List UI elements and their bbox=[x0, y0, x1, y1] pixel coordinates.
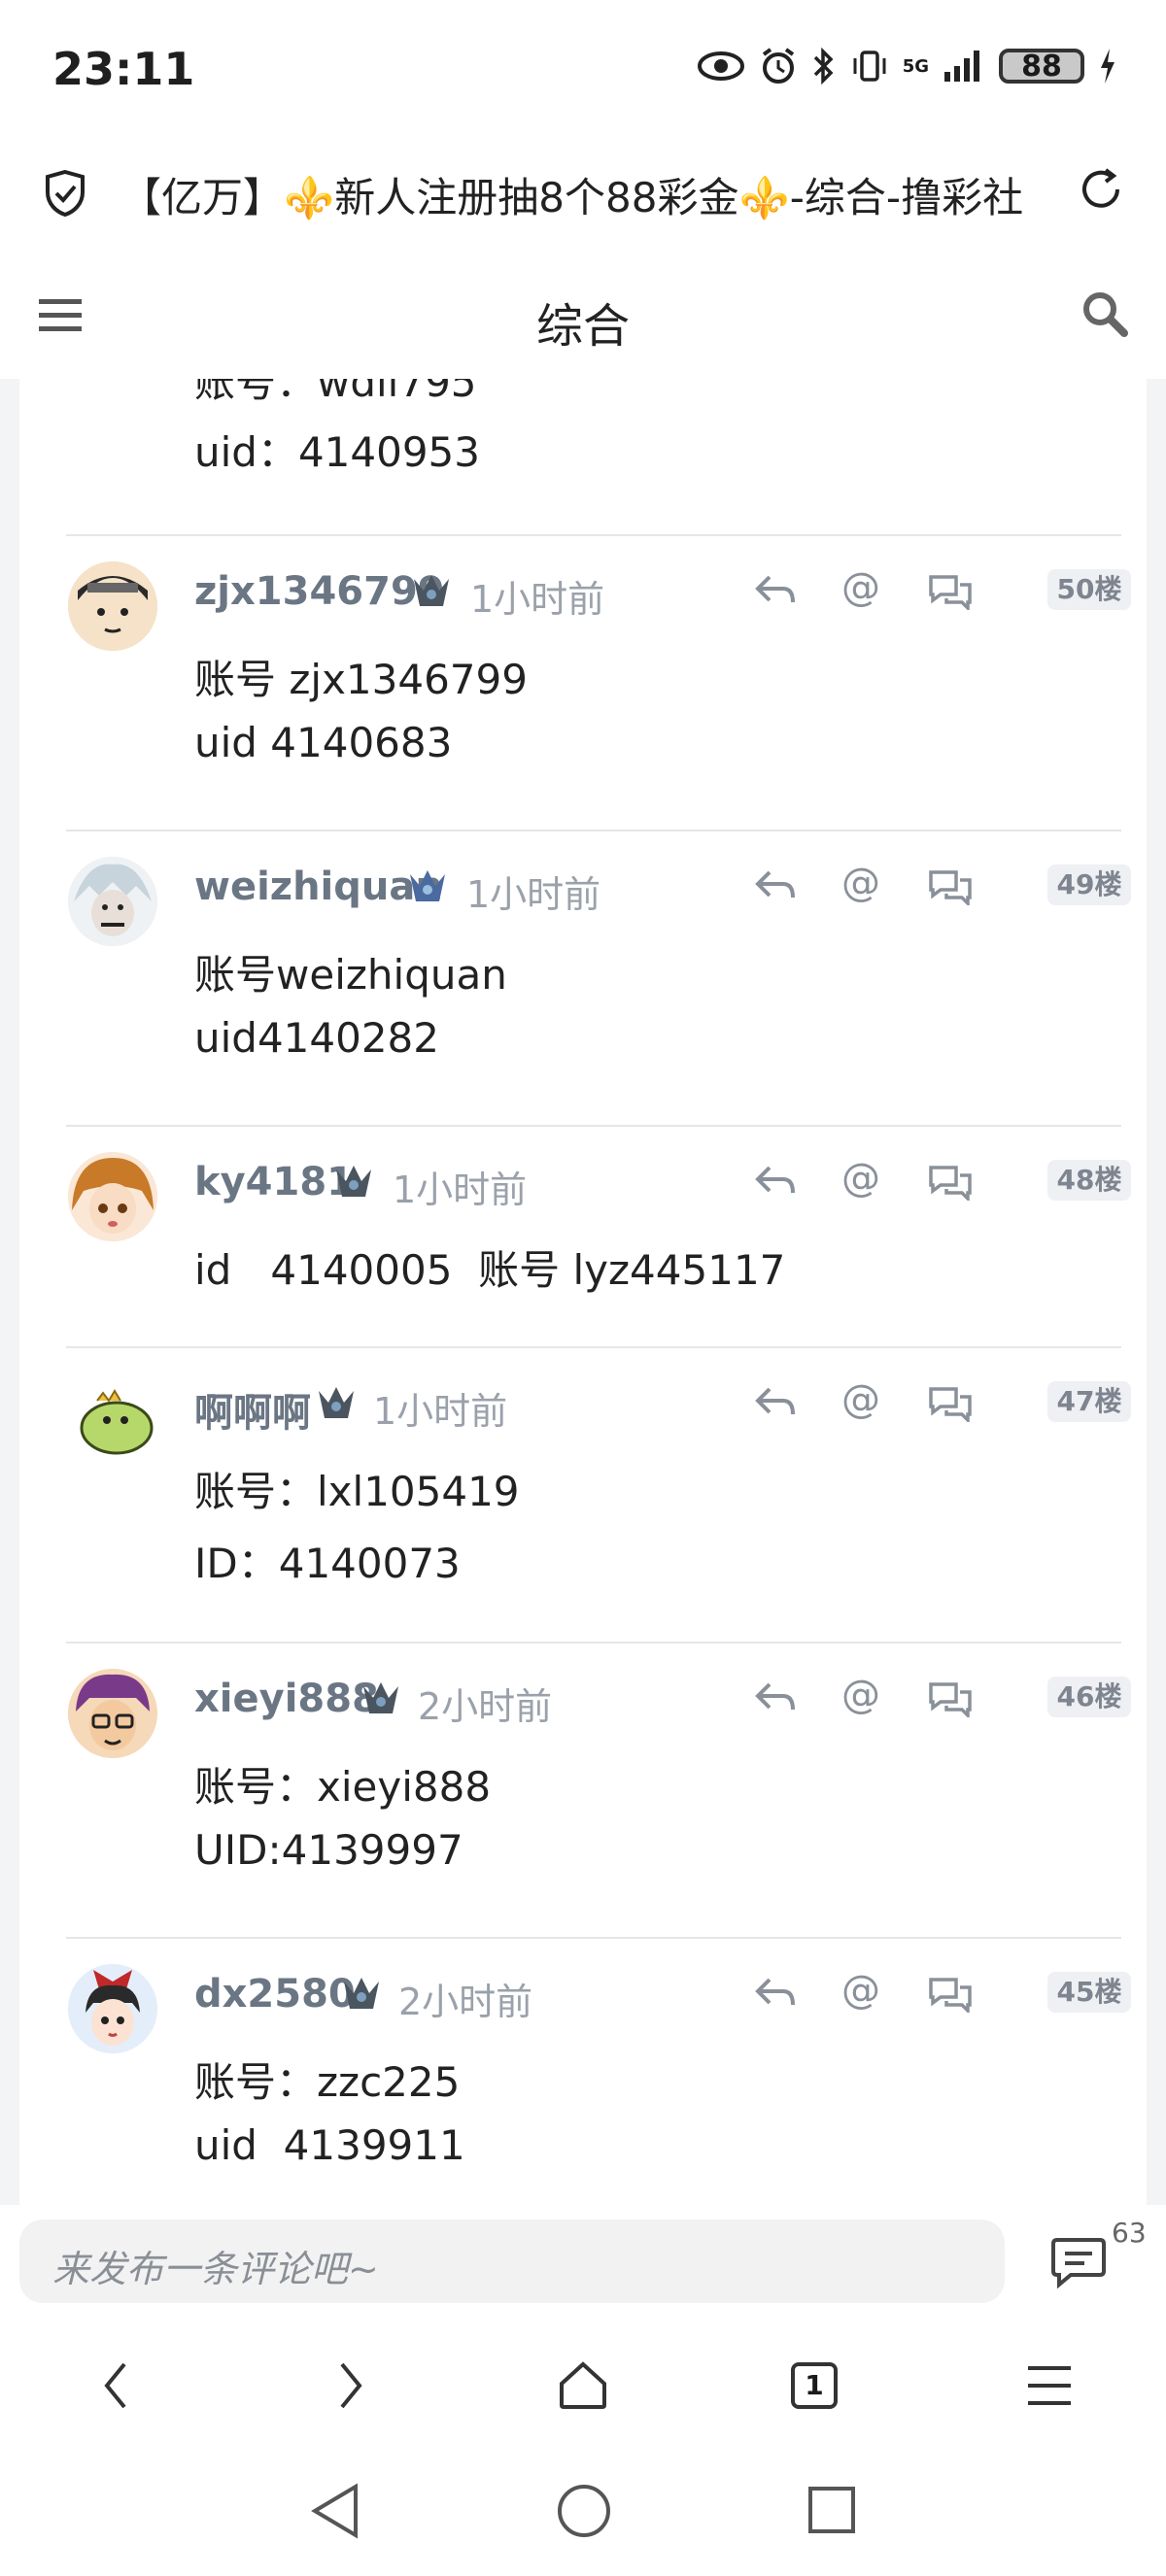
floor-badge: 50楼 bbox=[1047, 569, 1131, 610]
tabs-button[interactable]: 1 bbox=[791, 2362, 838, 2409]
chat-bubbles-icon[interactable] bbox=[927, 1383, 974, 1422]
post-line: UID:4139997 bbox=[194, 1826, 463, 1874]
at-icon[interactable]: @ bbox=[841, 861, 880, 905]
post-line: 账号weizhiquan bbox=[194, 951, 507, 999]
system-back-icon[interactable] bbox=[309, 2481, 361, 2541]
chat-bubbles-icon[interactable] bbox=[927, 571, 974, 610]
chat-bubbles-icon[interactable] bbox=[927, 1678, 974, 1717]
reply-icon[interactable] bbox=[754, 1385, 797, 1420]
floor-badge: 45楼 bbox=[1047, 1972, 1131, 2013]
divider bbox=[66, 1125, 1121, 1127]
page-title[interactable]: 【亿万】⚜️新人注册抽8个88彩金⚜️-综合-撸彩社 bbox=[120, 165, 1034, 224]
at-icon[interactable]: @ bbox=[841, 1377, 880, 1422]
username[interactable]: 啊啊啊 bbox=[194, 1381, 311, 1438]
divider bbox=[66, 534, 1121, 536]
vibrate-icon bbox=[853, 51, 886, 82]
divider bbox=[66, 1642, 1121, 1644]
tab-count: 1 bbox=[805, 2369, 824, 2401]
post-time: 1小时前 bbox=[470, 578, 605, 621]
status-time: 23:11 bbox=[52, 43, 195, 95]
search-icon[interactable] bbox=[1080, 289, 1129, 338]
floor-badge: 47楼 bbox=[1047, 1381, 1131, 1422]
floor-badge: 48楼 bbox=[1047, 1160, 1131, 1201]
reply-icon[interactable] bbox=[754, 1164, 797, 1199]
reply-icon[interactable] bbox=[754, 1976, 797, 2011]
avatar[interactable] bbox=[68, 1152, 157, 1241]
post-time: 2小时前 bbox=[418, 1685, 553, 1728]
username[interactable]: xieyi888 bbox=[194, 1677, 379, 1721]
rank-badge-icon bbox=[414, 575, 449, 606]
rank-badge-icon bbox=[410, 870, 445, 901]
avatar[interactable] bbox=[68, 1964, 157, 2053]
post-line: uid4140282 bbox=[194, 1014, 439, 1062]
chat-bubbles-icon[interactable] bbox=[927, 1974, 974, 2013]
charging-icon bbox=[1101, 49, 1115, 84]
menu-icon[interactable] bbox=[1026, 2364, 1073, 2407]
refresh-icon[interactable] bbox=[1077, 165, 1125, 214]
rank-badge-icon bbox=[336, 1166, 371, 1197]
alarm-icon bbox=[762, 48, 794, 84]
post-time: 1小时前 bbox=[466, 873, 601, 916]
battery-indicator: 88 bbox=[999, 49, 1084, 84]
avatar[interactable] bbox=[68, 561, 157, 651]
comment-list-icon[interactable] bbox=[1049, 2234, 1108, 2288]
partial-line-2: uid：4140953 bbox=[194, 428, 481, 476]
partial-line-1: 账号：wdll795 bbox=[194, 379, 477, 406]
chat-bubbles-icon[interactable] bbox=[927, 1162, 974, 1201]
post-line: id 4140005 账号 lyz445117 bbox=[194, 1246, 786, 1294]
rank-badge-icon bbox=[344, 1978, 379, 2009]
reply-icon[interactable] bbox=[754, 573, 797, 608]
username[interactable]: zjx1346799 bbox=[194, 569, 445, 614]
avatar[interactable] bbox=[68, 1669, 157, 1758]
divider bbox=[66, 1346, 1121, 1348]
divider bbox=[66, 1937, 1121, 1939]
chat-bubbles-icon[interactable] bbox=[927, 866, 974, 905]
comments-card: 账号：wdll795 uid：4140953 zjx1346799 1小时前 @… bbox=[19, 379, 1147, 2205]
comment-placeholder: 来发布一条评论吧~ bbox=[52, 2248, 379, 2290]
comment-count: 63 bbox=[1112, 2217, 1147, 2249]
rank-badge-icon bbox=[363, 1682, 398, 1713]
username[interactable]: ky4181 bbox=[194, 1160, 354, 1204]
at-icon[interactable]: @ bbox=[841, 1156, 880, 1201]
network-label: 5G bbox=[902, 55, 929, 77]
floor-badge: 46楼 bbox=[1047, 1677, 1131, 1717]
home-icon[interactable] bbox=[556, 2358, 610, 2413]
bluetooth-icon bbox=[813, 47, 834, 85]
post-line: 账号：zzc225 bbox=[194, 2058, 461, 2106]
signal-icon bbox=[944, 51, 979, 82]
avatar[interactable] bbox=[68, 1373, 157, 1463]
header-title: 综合 bbox=[535, 299, 630, 354]
system-recents-icon[interactable] bbox=[806, 2485, 857, 2535]
forward-icon[interactable] bbox=[330, 2358, 369, 2413]
at-icon[interactable]: @ bbox=[841, 565, 880, 610]
at-icon[interactable]: @ bbox=[841, 1968, 880, 2013]
post-time: 1小时前 bbox=[373, 1390, 508, 1433]
back-icon[interactable] bbox=[97, 2358, 136, 2413]
post-line: uid 4139911 bbox=[194, 2121, 465, 2169]
shield-check-icon[interactable] bbox=[43, 169, 87, 218]
avatar[interactable] bbox=[68, 857, 157, 946]
post-line: 账号：xieyi888 bbox=[194, 1763, 492, 1811]
system-home-icon[interactable] bbox=[556, 2483, 612, 2539]
post-line: ID：4140073 bbox=[194, 1540, 461, 1587]
username[interactable]: dx2580 bbox=[194, 1972, 356, 2017]
reply-icon[interactable] bbox=[754, 868, 797, 903]
status-icons: 5G 88 bbox=[697, 47, 1117, 85]
eye-icon bbox=[697, 51, 744, 81]
post-line: 账号 zjx1346799 bbox=[194, 656, 528, 703]
post-line: 账号：lxl105419 bbox=[194, 1468, 520, 1515]
post-time: 2小时前 bbox=[398, 1981, 533, 2023]
divider bbox=[66, 830, 1121, 831]
reply-icon[interactable] bbox=[754, 1680, 797, 1715]
post-line: uid 4140683 bbox=[194, 719, 453, 766]
post-time: 1小时前 bbox=[393, 1169, 528, 1211]
rank-badge-icon bbox=[319, 1387, 354, 1418]
floor-badge: 49楼 bbox=[1047, 864, 1131, 905]
at-icon[interactable]: @ bbox=[841, 1673, 880, 1717]
